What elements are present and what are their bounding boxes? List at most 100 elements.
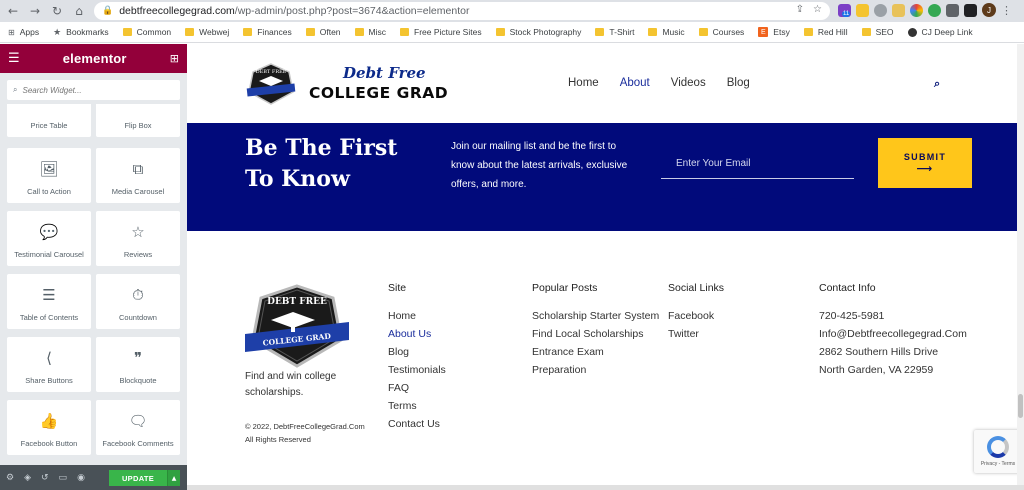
bookmark-red-hill[interactable]: Red Hill bbox=[803, 27, 848, 37]
recaptcha-badge[interactable]: Privacy - Terms bbox=[974, 430, 1022, 473]
footer-link-home[interactable]: Home bbox=[388, 307, 446, 325]
recaptcha-text[interactable]: Privacy - Terms bbox=[981, 461, 1015, 467]
home-icon[interactable]: ⌂ bbox=[70, 2, 88, 20]
widget-blockquote[interactable]: ❞ Blockquote bbox=[96, 337, 180, 392]
menu-item-blog[interactable]: Blog bbox=[727, 77, 750, 89]
footer-link-faq[interactable]: FAQ bbox=[388, 379, 446, 397]
widget-share-buttons[interactable]: ⟨ Share Buttons bbox=[7, 337, 91, 392]
horizontal-scrollbar[interactable] bbox=[187, 485, 1024, 490]
bookmark-label: T-Shirt bbox=[609, 27, 635, 37]
widget-facebook-button[interactable]: 👍 Facebook Button bbox=[7, 400, 91, 455]
bookmark-cj-deep-link[interactable]: CJ Deep Link bbox=[907, 27, 973, 37]
extension-bell-icon[interactable] bbox=[856, 3, 869, 17]
logo-script-text[interactable]: Debt Free bbox=[343, 64, 426, 82]
footer-post-entrance-exam-preparation[interactable]: Entrance Exam Preparation bbox=[532, 343, 660, 379]
scrollbar-thumb[interactable] bbox=[1018, 394, 1023, 418]
widget-reviews[interactable]: ☆ Reviews bbox=[96, 211, 180, 266]
submit-button[interactable]: SUBMIT ⟶ bbox=[878, 138, 972, 188]
widgets-grid-icon[interactable]: ⊞ bbox=[170, 52, 179, 65]
lock-icon: 🔒 bbox=[102, 6, 114, 16]
elementor-panel: ☰ elementor ⊞ ⌕ ▭Price Table▭Flip Box🖼Ca… bbox=[0, 44, 187, 490]
testimonial-carousel-icon: 💬 bbox=[39, 223, 59, 241]
bookmark-bookmarks[interactable]: ★ Bookmarks bbox=[53, 27, 109, 38]
folder-icon bbox=[354, 28, 364, 36]
bookmarks-bar: ⊞ Apps ★ Bookmarks Common Webwej Finances Often… bbox=[0, 22, 1024, 43]
bookmark-free-picture-sites[interactable]: Free Picture Sites bbox=[400, 27, 482, 37]
footer-social-twitter[interactable]: Twitter bbox=[668, 325, 724, 343]
folder-icon bbox=[861, 28, 871, 36]
bookmark-seo[interactable]: SEO bbox=[861, 27, 894, 37]
menu-item-about[interactable]: About bbox=[620, 77, 650, 89]
submit-label: SUBMIT bbox=[903, 151, 947, 162]
bookmark-often[interactable]: Often bbox=[305, 27, 341, 37]
bookmark-apps[interactable]: ⊞ Apps bbox=[8, 27, 39, 37]
widget-label: Price Table bbox=[30, 121, 68, 130]
widget-table-of-contents[interactable]: ☰ Table of Contents bbox=[7, 274, 91, 329]
footer-post-find-local-scholarships[interactable]: Find Local Scholarships bbox=[532, 325, 660, 343]
menu-item-videos[interactable]: Videos bbox=[671, 77, 706, 89]
profile-avatar[interactable]: J bbox=[982, 3, 996, 17]
contact-address-line1: 2862 Southern Hills Drive bbox=[819, 346, 939, 358]
footer-link-testimonials[interactable]: Testimonials bbox=[388, 361, 446, 379]
bookmark-webwej[interactable]: Webwej bbox=[185, 27, 229, 37]
logo-badge-icon[interactable]: DEBT FREE bbox=[245, 62, 297, 106]
widget-search-input[interactable] bbox=[22, 85, 163, 95]
share-page-icon[interactable]: ⇪ bbox=[796, 4, 804, 15]
logo-main-text[interactable]: COLLEGE GRAD bbox=[309, 84, 448, 102]
site-search-icon[interactable]: ⌕ bbox=[934, 77, 940, 91]
contact-email[interactable]: Info@Debtfreecollegegrad.Com bbox=[819, 325, 967, 343]
forward-icon[interactable]: → bbox=[26, 2, 44, 20]
vertical-scrollbar[interactable] bbox=[1017, 44, 1024, 485]
extension-color-icon[interactable] bbox=[910, 3, 923, 17]
widget-testimonial-carousel[interactable]: 💬 Testimonial Carousel bbox=[7, 211, 91, 266]
history-icon[interactable]: ↺ bbox=[41, 473, 49, 483]
email-field[interactable] bbox=[661, 149, 854, 179]
footer-link-terms[interactable]: Terms bbox=[388, 397, 446, 415]
media-carousel-icon: ⧉ bbox=[132, 160, 144, 178]
extension-chat-icon[interactable] bbox=[874, 3, 887, 17]
puzzle-icon[interactable] bbox=[946, 3, 959, 17]
bookmark-star-icon[interactable]: ☆ bbox=[813, 4, 822, 15]
extension-p-icon[interactable]: 11 bbox=[838, 3, 851, 17]
navigator-layers-icon[interactable]: ◈ bbox=[24, 473, 31, 483]
footer-social-column: Social Links Facebook Twitter bbox=[668, 282, 724, 343]
hamburger-menu-icon[interactable]: ☰ bbox=[8, 51, 20, 66]
menu-item-home[interactable]: Home bbox=[568, 77, 599, 89]
widget-label: Media Carousel bbox=[111, 187, 165, 196]
widget-facebook-comments[interactable]: 🗨 Facebook Comments bbox=[96, 400, 180, 455]
widget-call-to-action[interactable]: 🖼 Call to Action bbox=[7, 148, 91, 203]
update-options-icon[interactable]: ▲ bbox=[167, 470, 180, 486]
back-icon[interactable]: ← bbox=[4, 2, 22, 20]
bookmark-stock-photography[interactable]: Stock Photography bbox=[495, 27, 581, 37]
bookmark-courses[interactable]: Courses bbox=[698, 27, 744, 37]
bookmark-misc[interactable]: Misc bbox=[354, 27, 386, 37]
widget-price-table[interactable]: ▭Price Table bbox=[7, 104, 91, 137]
extension-check-icon[interactable] bbox=[928, 3, 941, 17]
browser-menu-icon[interactable]: ⋮ bbox=[1001, 4, 1012, 17]
footer-site-links: Home About Us Blog Testimonials FAQ Terms Cont… bbox=[388, 307, 446, 433]
footer-link-contact-us[interactable]: Contact Us bbox=[388, 415, 446, 433]
reload-icon[interactable]: ↻ bbox=[48, 2, 66, 20]
footer-link-blog[interactable]: Blog bbox=[388, 343, 446, 361]
sidepanel-icon[interactable] bbox=[964, 3, 977, 17]
settings-icon[interactable]: ⚙ bbox=[6, 473, 14, 483]
widget-flip-box[interactable]: ▭Flip Box bbox=[96, 104, 180, 137]
update-button[interactable]: UPDATE bbox=[109, 470, 167, 486]
bookmark-common[interactable]: Common bbox=[122, 27, 171, 37]
bookmark-label: Finances bbox=[257, 27, 292, 37]
extension-folder-icon[interactable] bbox=[892, 3, 905, 17]
bookmark-music[interactable]: Music bbox=[648, 27, 685, 37]
responsive-mode-icon[interactable]: ▭ bbox=[59, 473, 68, 483]
footer-post-scholarship-starter-system[interactable]: Scholarship Starter System bbox=[532, 307, 660, 325]
address-bar[interactable]: 🔒 debtfreecollegegrad.com/wp-admin/post.… bbox=[94, 2, 830, 20]
widget-countdown[interactable]: ⏱ Countdown bbox=[96, 274, 180, 329]
bookmark-t-shirt[interactable]: T-Shirt bbox=[595, 27, 634, 37]
contact-phone[interactable]: 720-425-5981 bbox=[819, 307, 967, 325]
footer-link-about-us[interactable]: About Us bbox=[388, 325, 446, 343]
bookmark-etsy[interactable]: E Etsy bbox=[758, 27, 790, 37]
widget-media-carousel[interactable]: ⧉ Media Carousel bbox=[96, 148, 180, 203]
footer-social-facebook[interactable]: Facebook bbox=[668, 307, 724, 325]
bookmark-finances[interactable]: Finances bbox=[243, 27, 292, 37]
preview-eye-icon[interactable]: ◉ bbox=[77, 473, 85, 483]
widget-label: Blockquote bbox=[119, 376, 157, 385]
